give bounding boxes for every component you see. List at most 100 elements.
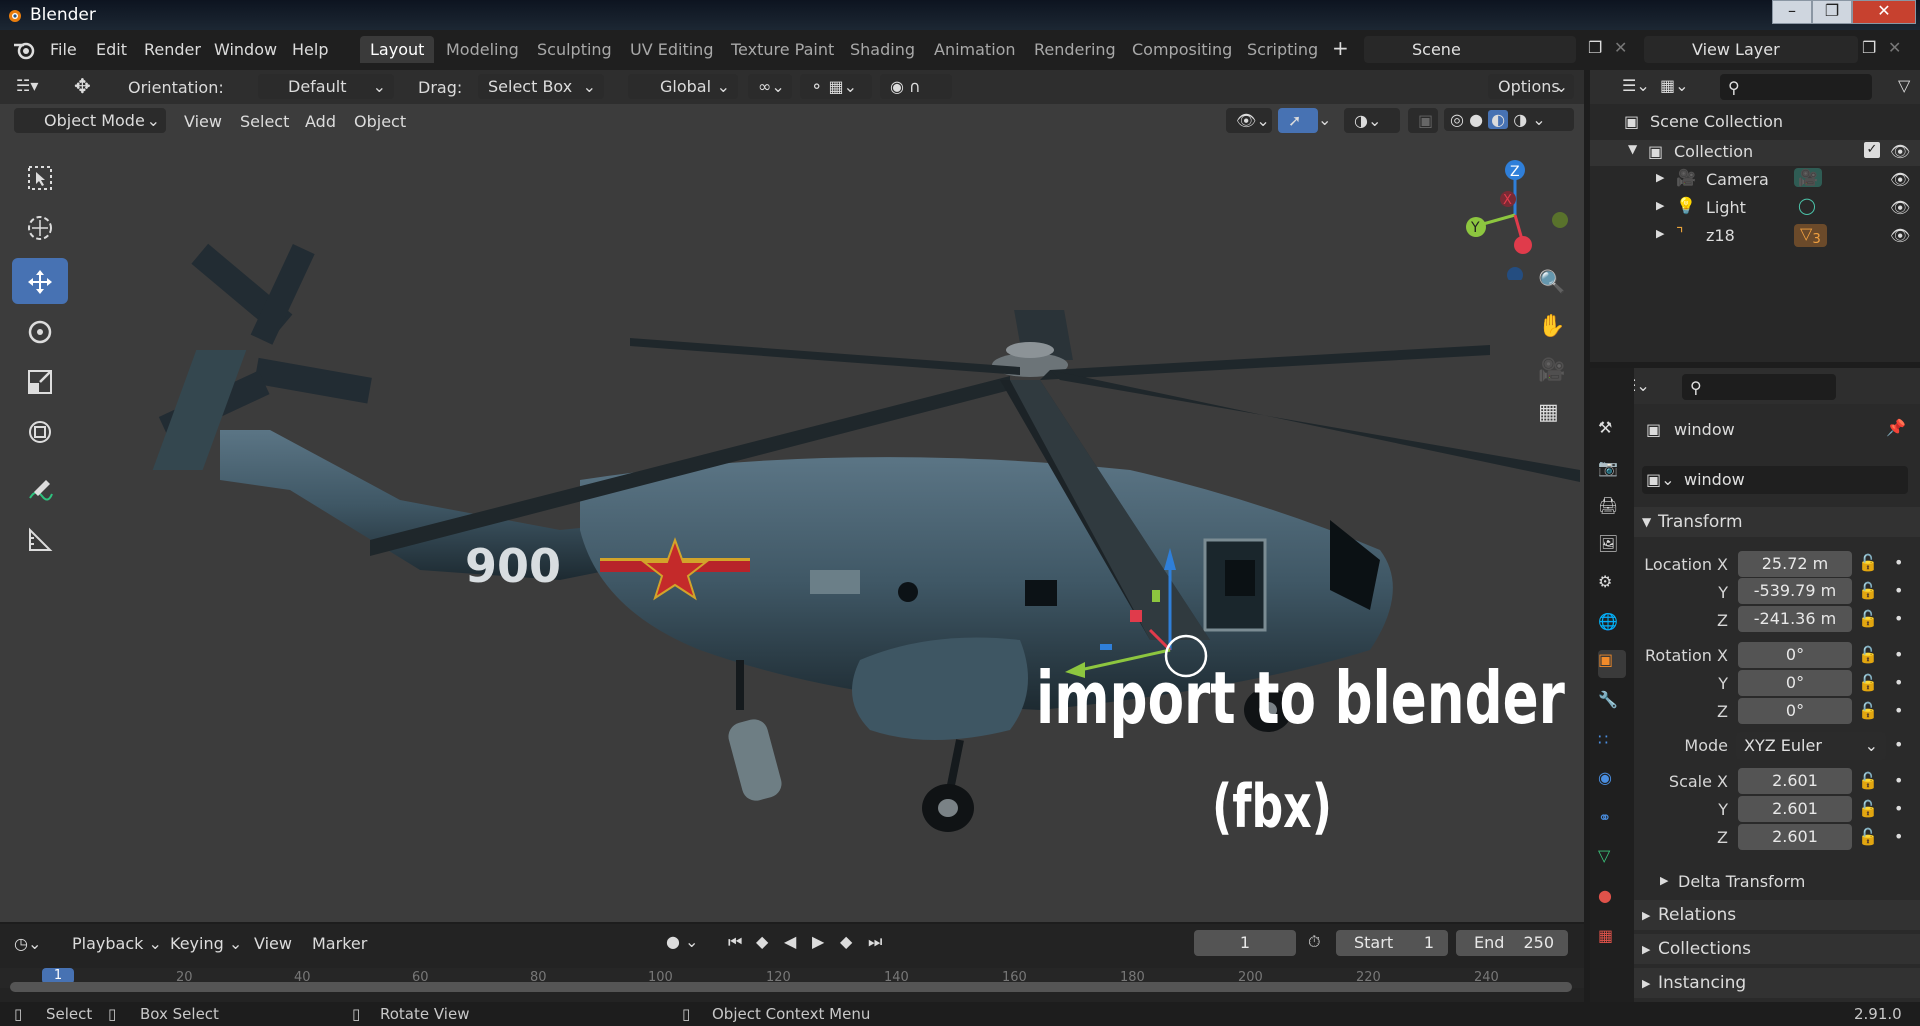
location-z-field[interactable]: -241.36 m: [1738, 606, 1852, 632]
viewport-menu-add[interactable]: Add: [305, 112, 336, 131]
start-frame-field[interactable]: Start 1: [1336, 930, 1448, 956]
output-properties-tab-icon[interactable]: 🖨: [1598, 496, 1626, 524]
world-properties-tab-icon[interactable]: 🌐: [1598, 612, 1626, 640]
new-view-layer-icon[interactable]: ❐: [1862, 38, 1876, 57]
editor-type-icon[interactable]: ☵▾: [16, 76, 38, 95]
shading-options-icon[interactable]: ⌄: [1532, 110, 1545, 129]
annotate-tool[interactable]: [12, 466, 68, 512]
close-button[interactable]: ✕: [1852, 0, 1916, 24]
keyframe-dot-icon[interactable]: •: [1894, 827, 1903, 846]
visibility-dropdown[interactable]: 👁⌄: [1226, 108, 1272, 133]
play-reverse-icon[interactable]: ◀: [784, 932, 796, 951]
outliner-search-input[interactable]: ⚲: [1720, 74, 1872, 100]
keyframe-dot-icon[interactable]: •: [1894, 771, 1903, 790]
collections-panel-header[interactable]: ▶ Collections: [1634, 934, 1920, 964]
new-scene-icon[interactable]: ❐: [1588, 38, 1602, 57]
keyframe-dot-icon[interactable]: •: [1894, 673, 1903, 692]
end-frame-field[interactable]: End 250: [1456, 930, 1568, 956]
rendered-shading-icon[interactable]: ◑: [1513, 110, 1527, 129]
tab-layout[interactable]: Layout: [360, 36, 435, 63]
collection-label[interactable]: Collection: [1674, 142, 1753, 161]
lock-icon[interactable]: 🔓: [1858, 609, 1878, 628]
location-y-field[interactable]: -539.79 m: [1738, 578, 1852, 604]
timeline-menu-playback[interactable]: Playback ⌄: [72, 934, 162, 953]
object-name-field[interactable]: window: [1642, 466, 1908, 494]
viewport-menu-view[interactable]: View: [184, 112, 222, 131]
mode-dropdown[interactable]: Object Mode ⌄: [14, 108, 166, 133]
select-box-tool[interactable]: [12, 154, 68, 200]
render-properties-tab-icon[interactable]: 📷: [1598, 458, 1626, 486]
timeline-menu-marker[interactable]: Marker: [312, 934, 367, 953]
pivot-point-dropdown[interactable]: ∞⌄: [748, 74, 792, 99]
delta-transform-subpanel[interactable]: Delta Transform: [1678, 872, 1805, 891]
viewport-menu-object[interactable]: Object: [354, 112, 406, 131]
options-dropdown[interactable]: Options ⌄: [1488, 74, 1574, 99]
outliner-item-camera[interactable]: Camera: [1706, 170, 1769, 189]
tool-properties-tab-icon[interactable]: ⚒: [1598, 418, 1626, 446]
lock-icon[interactable]: 🔓: [1858, 581, 1878, 600]
z18-children-icon[interactable]: ▽3: [1794, 224, 1827, 248]
particles-tab-icon[interactable]: ∷: [1598, 730, 1626, 758]
solid-shading-icon[interactable]: ●: [1469, 110, 1483, 129]
light-expand-icon[interactable]: ▶: [1656, 199, 1664, 212]
z18-visibility-icon[interactable]: 👁: [1890, 226, 1910, 245]
collection-visibility-icon[interactable]: 👁: [1890, 142, 1910, 161]
keyframe-dot-icon[interactable]: •: [1894, 581, 1903, 600]
remove-view-layer-icon[interactable]: ✕: [1888, 38, 1901, 57]
rotation-z-field[interactable]: 0°: [1738, 698, 1852, 724]
tab-texture-paint[interactable]: Texture Paint: [731, 40, 834, 59]
auto-keying-record-icon[interactable]: ● ⌄: [666, 932, 698, 951]
menu-edit[interactable]: Edit: [96, 40, 127, 59]
tab-rendering[interactable]: Rendering: [1034, 40, 1116, 59]
object-properties-tab-icon[interactable]: ▣: [1598, 650, 1626, 678]
gizmo-dropdown-icon[interactable]: ⌄: [1318, 110, 1331, 129]
rotate-tool[interactable]: [12, 308, 68, 354]
scale-x-field[interactable]: 2.601: [1738, 768, 1852, 794]
outliner-editor-type-icon[interactable]: ☰⌄: [1622, 76, 1650, 95]
cursor-tool[interactable]: [12, 204, 68, 250]
keyframe-dot-icon[interactable]: •: [1894, 553, 1903, 572]
minimize-button[interactable]: –: [1772, 0, 1812, 24]
tab-compositing[interactable]: Compositing: [1132, 40, 1232, 59]
scene-selector[interactable]: Scene: [1364, 36, 1576, 63]
lock-icon[interactable]: 🔓: [1858, 673, 1878, 692]
play-icon[interactable]: ▶: [812, 932, 824, 951]
menu-file[interactable]: File: [50, 40, 77, 59]
timeline-scrollbar[interactable]: [10, 982, 1572, 992]
tab-shading[interactable]: Shading: [850, 40, 915, 59]
physics-tab-icon[interactable]: ◉: [1598, 768, 1626, 796]
material-shading-icon[interactable]: ◐: [1488, 110, 1509, 129]
scale-y-field[interactable]: 2.601: [1738, 796, 1852, 822]
scale-z-field[interactable]: 2.601: [1738, 824, 1852, 850]
keyframe-dot-icon[interactable]: •: [1894, 609, 1903, 628]
constraints-tab-icon[interactable]: ⚭: [1598, 808, 1626, 836]
collection-expand-icon[interactable]: ▼: [1628, 142, 1637, 156]
outliner-filter-icon[interactable]: ▽: [1898, 76, 1910, 95]
measure-tool[interactable]: [12, 516, 68, 562]
add-workspace-icon[interactable]: +: [1332, 36, 1349, 60]
rotation-x-field[interactable]: 0°: [1738, 642, 1852, 668]
scene-properties-tab-icon[interactable]: ⚙: [1598, 572, 1626, 600]
keyframe-dot-icon[interactable]: •: [1894, 701, 1903, 720]
z18-expand-icon[interactable]: ▶: [1656, 227, 1664, 240]
keyframe-dot-icon[interactable]: •: [1894, 735, 1903, 754]
location-x-field[interactable]: 25.72 m: [1738, 551, 1852, 577]
timeline-menu-keying[interactable]: Keying ⌄: [170, 934, 242, 953]
lock-icon[interactable]: 🔓: [1858, 645, 1878, 664]
view-layer-selector[interactable]: View Layer: [1644, 36, 1858, 63]
delta-transform-expand-icon[interactable]: ▶: [1660, 874, 1668, 887]
tab-scripting[interactable]: Scripting: [1247, 40, 1318, 59]
lock-icon[interactable]: 🔓: [1858, 799, 1878, 818]
camera-expand-icon[interactable]: ▶: [1656, 171, 1664, 184]
outliner-display-mode-icon[interactable]: ▦⌄: [1660, 76, 1689, 95]
tab-animation[interactable]: Animation: [934, 40, 1016, 59]
wireframe-shading-icon[interactable]: ◎: [1450, 110, 1464, 129]
remove-scene-icon[interactable]: ✕: [1614, 38, 1627, 57]
light-visibility-icon[interactable]: 👁: [1890, 198, 1910, 217]
preview-range-icon[interactable]: ⏱: [1308, 932, 1320, 952]
camera-visibility-icon[interactable]: 👁: [1890, 170, 1910, 189]
tab-modeling[interactable]: Modeling: [446, 40, 519, 59]
lock-icon[interactable]: 🔓: [1858, 827, 1878, 846]
menu-window[interactable]: Window: [214, 40, 277, 59]
tab-sculpting[interactable]: Sculpting: [537, 40, 612, 59]
